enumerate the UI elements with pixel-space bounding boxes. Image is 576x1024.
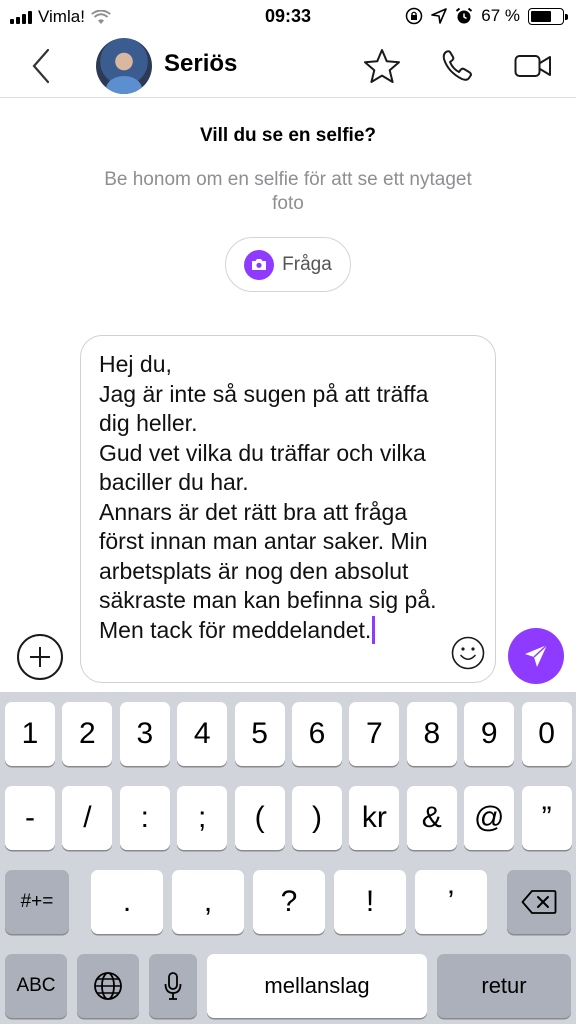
key-return[interactable]: retur — [437, 954, 571, 1018]
key-symbol[interactable]: @ — [464, 786, 515, 850]
key-0[interactable]: 1 — [5, 702, 55, 766]
status-right: 67 % — [405, 6, 568, 26]
ask-selfie-button[interactable]: Fråga — [225, 237, 351, 292]
key-6[interactable]: 7 — [349, 702, 400, 766]
chat-header: Seriös — [0, 34, 576, 98]
key-7[interactable]: 8 — [406, 702, 457, 766]
key-punctuation[interactable]: ! — [334, 870, 406, 934]
send-button[interactable] — [508, 628, 564, 684]
keyboard: ABC mellanslag retur #+= 1 2 3 4 5 6 7 8 9 0 - /:;(… — [0, 692, 576, 1024]
emoji-icon[interactable] — [451, 636, 485, 670]
key-symbol[interactable]: : — [119, 786, 170, 850]
message-input[interactable]: Hej du, Jag är inte så sugen på att träf… — [80, 335, 496, 683]
key-symbol[interactable]: / — [62, 786, 113, 850]
message-text[interactable]: Hej du, Jag är inte så sugen på att träf… — [99, 350, 439, 645]
send-icon — [525, 644, 548, 667]
key-dictation[interactable] — [149, 954, 197, 1018]
avatar[interactable] — [96, 38, 152, 94]
key-symbol[interactable]: ) — [292, 786, 342, 850]
key-abc[interactable]: ABC — [5, 954, 67, 1018]
back-button[interactable] — [26, 46, 60, 86]
key-8[interactable]: 9 — [464, 702, 515, 766]
video-call-icon[interactable] — [514, 48, 554, 84]
key-9[interactable]: 0 — [521, 702, 572, 766]
key-punctuation[interactable]: ? — [253, 870, 325, 934]
selfie-prompt-subtitle: Be honom om en selfie för att se ett nyt… — [104, 169, 472, 214]
add-attachment-button[interactable] — [17, 634, 63, 680]
alarm-icon — [456, 7, 473, 24]
key-symbol[interactable]: - — [5, 786, 55, 850]
key-punctuation[interactable]: . — [91, 870, 163, 934]
key-delete[interactable] — [507, 870, 571, 934]
status-bar: Vimla! 09:33 67 % — [0, 0, 576, 34]
key-punctuation[interactable]: ’ — [415, 870, 487, 934]
camera-icon — [244, 249, 275, 280]
key-2[interactable]: 3 — [119, 702, 170, 766]
text-caret — [372, 615, 375, 644]
key-punctuation[interactable]: , — [172, 870, 244, 934]
location-icon — [431, 8, 448, 24]
globe-icon — [94, 972, 122, 1000]
key-1[interactable]: 2 — [62, 702, 113, 766]
key-4[interactable]: 5 — [234, 702, 285, 766]
backspace-icon — [521, 890, 557, 914]
key-symbol[interactable]: & — [406, 786, 457, 850]
phone-icon[interactable] — [438, 48, 478, 84]
contact-name[interactable]: Seriös — [164, 50, 237, 78]
microphone-icon — [164, 972, 182, 1000]
key-globe[interactable] — [77, 954, 139, 1018]
key-3[interactable]: 4 — [177, 702, 228, 766]
key-space[interactable]: mellanslag — [207, 954, 427, 1018]
battery-percent: 67 % — [481, 6, 520, 25]
rotation-lock-icon — [406, 7, 423, 25]
key-5[interactable]: 6 — [292, 702, 342, 766]
ask-label: Fråga — [282, 253, 332, 275]
key-symbol[interactable]: ; — [177, 786, 228, 850]
selfie-prompt-title: Vill du se en selfie? — [200, 125, 376, 146]
key-symbols[interactable]: #+= — [5, 870, 69, 934]
key-symbol[interactable]: kr — [349, 786, 400, 850]
key-symbol[interactable]: ” — [521, 786, 572, 850]
key-symbol[interactable]: ( — [234, 786, 285, 850]
star-icon[interactable] — [362, 48, 402, 84]
battery-icon — [528, 7, 568, 25]
